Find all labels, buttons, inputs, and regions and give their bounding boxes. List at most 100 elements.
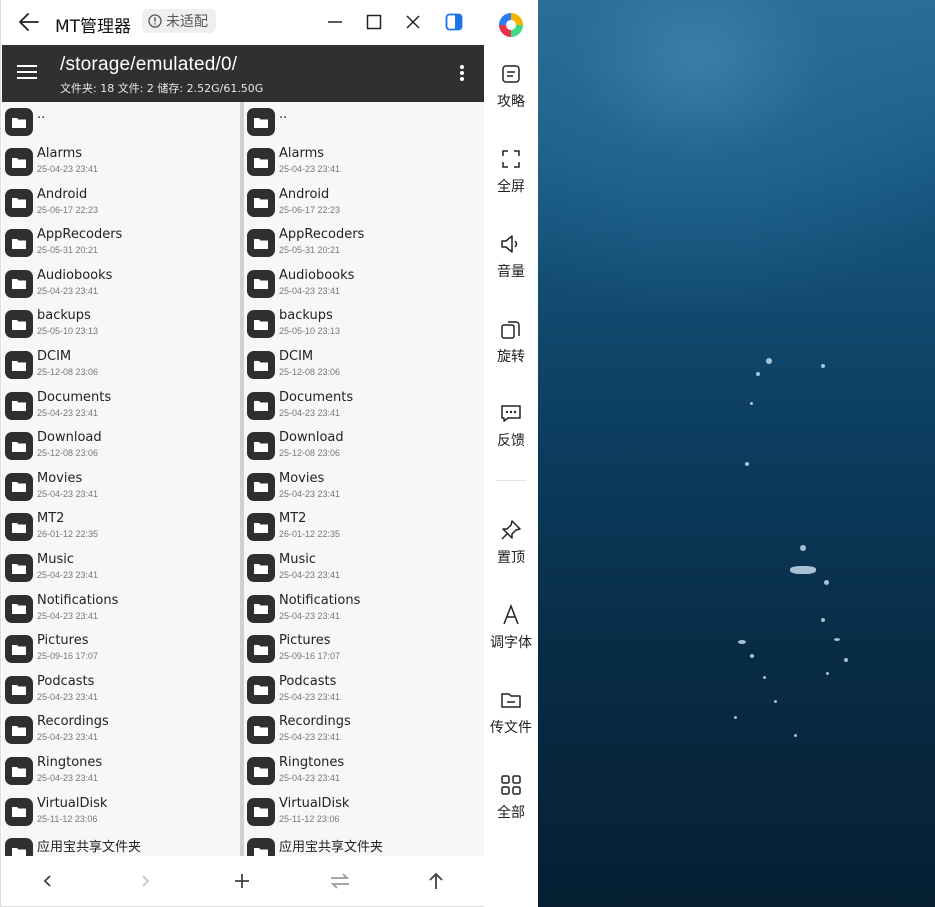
- folder-row[interactable]: Documents 25-04-23 23:41: [2, 386, 240, 426]
- folder-name: backups: [279, 308, 333, 324]
- sidepanel-volume[interactable]: 音量: [484, 231, 538, 291]
- app-store-logo[interactable]: [497, 11, 525, 39]
- pin-icon: [498, 517, 524, 543]
- folder-name: Podcasts: [279, 673, 337, 689]
- folder-name: Ringtones: [279, 755, 345, 770]
- parent-directory-row[interactable]: ..: [244, 102, 485, 142]
- folder-icon: [5, 351, 33, 379]
- sidepanel-all-label: 全部: [497, 805, 525, 821]
- folder-row[interactable]: Ringtones 25-04-23 23:41: [2, 751, 240, 791]
- folder-row[interactable]: 应用宝共享文件夹: [244, 832, 485, 856]
- parent-directory-label: ..: [37, 107, 46, 122]
- folder-row[interactable]: Download 25-12-08 23:06: [244, 426, 485, 466]
- folder-row[interactable]: Android 25-06-17 22:23: [244, 183, 485, 223]
- sidepanel-font[interactable]: 调字体: [484, 602, 538, 662]
- sidepanel-guide-label: 攻略: [497, 94, 525, 110]
- folder-row[interactable]: Podcasts 25-04-23 23:41: [2, 670, 240, 710]
- minimize-button[interactable]: [321, 8, 349, 36]
- folder-row[interactable]: Documents 25-04-23 23:41: [244, 386, 485, 426]
- folder-name: Download: [279, 430, 344, 446]
- go-up-button[interactable]: [424, 869, 448, 893]
- folder-row[interactable]: Music 25-04-23 23:41: [244, 548, 485, 588]
- folder-row[interactable]: VirtualDisk 25-11-12 23:06: [2, 792, 240, 832]
- nav-back-button[interactable]: [36, 869, 60, 893]
- folder-row[interactable]: Music 25-04-23 23:41: [2, 548, 240, 588]
- folder-row[interactable]: backups 25-05-10 23:13: [2, 304, 240, 344]
- folder-row[interactable]: Audiobooks 25-04-23 23:41: [2, 264, 240, 304]
- folder-date: 25-09-16 17:07: [37, 651, 99, 662]
- folder-row[interactable]: Recordings 25-04-23 23:41: [2, 710, 240, 750]
- compat-badge[interactable]: 未适配: [142, 9, 216, 33]
- bubble: [834, 638, 840, 641]
- folder-row[interactable]: Alarms 25-04-23 23:41: [2, 142, 240, 182]
- folder-icon: [247, 716, 275, 745]
- folder-date: 25-11-12 23:06: [37, 813, 98, 824]
- folder-row[interactable]: Download 25-12-08 23:06: [2, 426, 240, 466]
- folder-name: Pictures: [279, 633, 331, 649]
- emulator-side-panel: 攻略 全屏 音量 旋转 反馈 置顶 调字体 传文件 全部: [484, 0, 538, 907]
- folder-row[interactable]: Pictures 25-09-16 17:07: [244, 629, 485, 669]
- back-button[interactable]: [15, 8, 43, 36]
- folder-date: 25-12-08 23:06: [37, 448, 99, 459]
- folder-row[interactable]: MT2 26-01-12 22:35: [2, 507, 240, 547]
- nav-forward-button[interactable]: [133, 869, 157, 893]
- folder-name: Audiobooks: [37, 267, 113, 283]
- folder-row[interactable]: VirtualDisk 25-11-12 23:06: [244, 792, 485, 832]
- folder-date: 25-04-23 23:41: [279, 773, 341, 783]
- folder-name: Music: [279, 552, 316, 567]
- folder-row[interactable]: Audiobooks 25-04-23 23:41: [244, 264, 485, 304]
- folder-name: Notifications: [279, 592, 361, 608]
- back-arrow-icon: [19, 13, 39, 31]
- storage-stats: 文件夹: 18 文件: 2 储存: 2.52G/61.50G: [60, 82, 264, 95]
- folder-row[interactable]: backups 25-05-10 23:13: [244, 304, 485, 344]
- more-options-button[interactable]: [451, 61, 473, 85]
- sidepanel-rotate[interactable]: 旋转: [484, 316, 538, 376]
- folder-row[interactable]: DCIM 25-12-08 23:06: [2, 345, 240, 385]
- folder-row[interactable]: MT2 26-01-12 22:35: [244, 507, 485, 547]
- compat-badge-label: 未适配: [166, 14, 208, 30]
- folder-name: Notifications: [37, 592, 119, 608]
- hamburger-menu-button[interactable]: [16, 64, 38, 82]
- folder-row[interactable]: Alarms 25-04-23 23:41: [244, 142, 485, 182]
- folder-row[interactable]: Pictures 25-09-16 17:07: [2, 629, 240, 669]
- folder-icon: [5, 635, 33, 664]
- folder-name: Alarms: [279, 146, 325, 161]
- folder-row[interactable]: Recordings 25-04-23 23:41: [244, 710, 485, 750]
- folder-date: 25-05-10 23:13: [279, 326, 341, 337]
- folder-row[interactable]: Notifications 25-04-23 23:41: [244, 589, 485, 629]
- folder-date: 25-12-08 23:06: [279, 367, 341, 377]
- split-panel-button[interactable]: [440, 8, 468, 36]
- folder-row[interactable]: AppRecoders 25-05-31 20:21: [2, 223, 240, 263]
- sidepanel-guide[interactable]: 攻略: [484, 61, 538, 121]
- sidepanel-pin[interactable]: 置顶: [484, 517, 538, 577]
- folder-row[interactable]: AppRecoders 25-05-31 20:21: [244, 223, 485, 263]
- swap-panes-button[interactable]: [328, 869, 352, 893]
- close-button[interactable]: [399, 8, 427, 36]
- folder-row[interactable]: Movies 25-04-23 23:41: [244, 467, 485, 507]
- folder-name: Documents: [37, 389, 112, 405]
- folder-row[interactable]: DCIM 25-12-08 23:06: [244, 345, 485, 385]
- folder-row[interactable]: Notifications 25-04-23 23:41: [2, 589, 240, 629]
- folder-date: 25-04-23 23:41: [37, 407, 99, 418]
- more-vertical-icon: [460, 65, 464, 81]
- sidepanel-fullscreen[interactable]: 全屏: [484, 146, 538, 206]
- add-button[interactable]: [230, 869, 254, 893]
- sidepanel-all[interactable]: 全部: [484, 772, 538, 832]
- folder-row[interactable]: Movies 25-04-23 23:41: [2, 467, 240, 507]
- minimize-icon: [328, 21, 342, 23]
- folder-row[interactable]: Ringtones 25-04-23 23:41: [244, 751, 485, 791]
- folder-icon: [5, 188, 33, 217]
- right-file-pane[interactable]: .. Alarms 25-04-23 23:41 Android 25-06-17 22…: [244, 102, 485, 856]
- left-file-pane[interactable]: .. Alarms 25-04-23 23:41 Android 25-06-17 22…: [2, 102, 240, 856]
- folder-date: 25-04-23 23:41: [279, 732, 341, 743]
- folder-row[interactable]: Android 25-06-17 22:23: [2, 183, 240, 223]
- sidepanel-feedback[interactable]: 反馈: [484, 400, 538, 460]
- info-icon: [148, 14, 162, 28]
- sidepanel-transfer-label: 传文件: [490, 720, 532, 736]
- maximize-button[interactable]: [360, 8, 388, 36]
- parent-directory-row[interactable]: ..: [2, 102, 240, 142]
- folder-row[interactable]: 应用宝共享文件夹: [2, 832, 240, 856]
- folder-row[interactable]: Podcasts 25-04-23 23:41: [244, 670, 485, 710]
- sidepanel-transfer[interactable]: 传文件: [484, 687, 538, 747]
- sidepanel-fullscreen-label: 全屏: [497, 179, 525, 195]
